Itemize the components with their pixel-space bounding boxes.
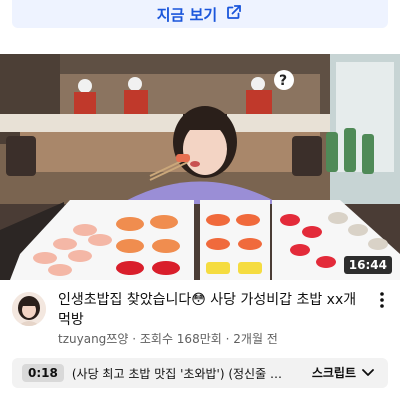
chevron-down-icon	[362, 366, 374, 380]
video-meta: 인생초밥집 찾았습니다😳 사당 가성비갑 초밥 xx개 먹방 tzuyang쯔양…	[0, 288, 400, 348]
more-options-button[interactable]	[372, 290, 392, 314]
channel-name[interactable]: tzuyang쯔양	[58, 332, 128, 346]
watch-now-label: 지금 보기	[156, 5, 218, 24]
chapter-title: (사당 최고 초밥 맛집 '초와밥') (정신줄 놓…	[71, 366, 292, 381]
view-count: 조회수 168만회	[139, 332, 222, 346]
more-vertical-icon	[380, 292, 384, 312]
channel-avatar[interactable]	[12, 292, 46, 326]
open-external-icon	[225, 3, 243, 25]
script-label: 스크립트	[311, 366, 356, 380]
duration-badge: 16:44	[343, 256, 392, 274]
upload-age: 2개월 전	[233, 332, 278, 346]
cta-bar: 지금 보기	[0, 0, 400, 48]
separator: ·	[225, 332, 230, 346]
separator: ·	[132, 332, 137, 346]
chapter-timestamp[interactable]: 0:18	[22, 364, 64, 382]
video-title[interactable]: 인생초밥집 찾았습니다😳 사당 가성비갑 초밥 xx개 먹방	[58, 290, 358, 330]
watch-now-button[interactable]: 지금 보기	[12, 0, 388, 28]
chapter-bar[interactable]: 0:18 (사당 최고 초밥 맛집 '초와밥') (정신줄 놓… 스크립트	[12, 358, 388, 388]
thumbnail-question-text: ?	[279, 73, 287, 89]
video-thumbnail[interactable]: ? 16:44	[0, 54, 400, 280]
script-button[interactable]: 스크립트	[312, 364, 374, 381]
thumbnail-image: ?	[0, 54, 400, 280]
video-subtitle: tzuyang쯔양 · 조회수 168만회 · 2개월 전	[58, 330, 378, 347]
